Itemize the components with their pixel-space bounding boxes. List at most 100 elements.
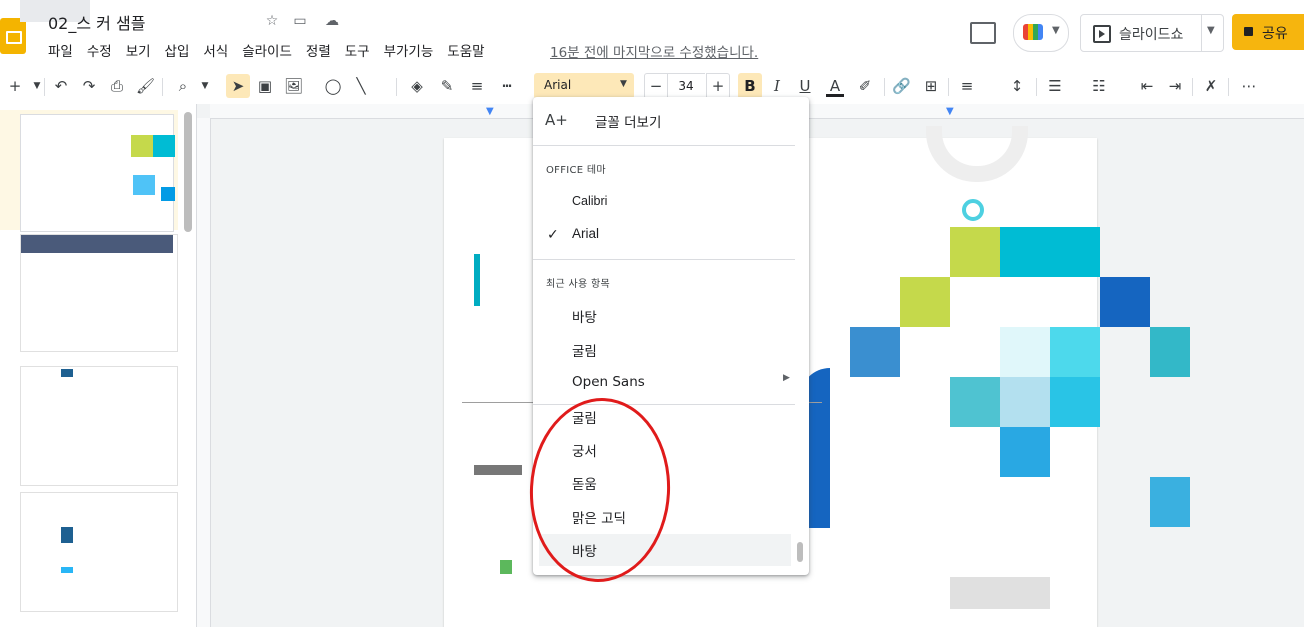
lock-icon <box>1244 27 1253 36</box>
font-option-arial[interactable]: Arial <box>572 226 599 241</box>
font-value: Arial <box>544 78 572 92</box>
document-title[interactable]: 02_스 커 샘플 <box>48 10 145 34</box>
line-spacing-icon[interactable]: ↕ <box>1008 74 1026 98</box>
star-icon[interactable]: ☆ <box>264 13 280 29</box>
increase-indent-icon[interactable]: ⇥ <box>1166 74 1184 98</box>
filmstrip-scrollbar[interactable] <box>184 112 192 232</box>
meet-icon <box>1023 24 1043 40</box>
undo-icon[interactable]: ↶ <box>52 74 70 98</box>
meet-button[interactable]: ▼ <box>1013 14 1069 52</box>
underline-button[interactable]: U <box>796 74 814 98</box>
image-icon[interactable]: 🖼 <box>284 74 303 98</box>
menu-format[interactable]: 서식 <box>203 40 235 60</box>
menu-divider <box>533 404 795 405</box>
slide-thumbnail-selected[interactable] <box>0 110 178 232</box>
font-option-open-sans[interactable]: Open Sans <box>572 374 645 390</box>
menu-help[interactable]: 도움말 <box>447 40 491 60</box>
border-dash-icon[interactable]: ┅ <box>498 74 516 98</box>
add-comment-icon[interactable]: ⊞ <box>922 74 940 98</box>
menu-scrollbar[interactable] <box>797 542 803 562</box>
decorative-ring <box>926 126 1028 182</box>
more-options-icon[interactable]: ⋯ <box>1240 74 1258 98</box>
menu-edit[interactable]: 수정 <box>87 40 119 60</box>
italic-button[interactable]: I <box>768 74 786 98</box>
slideshow-button[interactable]: 슬라이드쇼 ▼ <box>1080 14 1224 52</box>
shape-icon[interactable]: ◯ <box>324 74 342 98</box>
comment-history-icon[interactable] <box>970 22 996 44</box>
share-button[interactable]: 공유 <box>1232 14 1304 50</box>
bold-button[interactable]: B <box>738 73 762 99</box>
font-option-gulim-recent[interactable]: 굴림 <box>572 340 597 360</box>
cloud-status-icon[interactable]: ☁ <box>324 13 340 29</box>
slide-filmstrip[interactable] <box>0 104 197 627</box>
menu-addons[interactable]: 부가기능 <box>384 40 441 60</box>
font-option-batang-recent[interactable]: 바탕 <box>572 306 597 326</box>
text-box-icon[interactable]: ▣ <box>256 74 274 98</box>
slide-thumbnail[interactable] <box>20 234 178 352</box>
menu-divider <box>533 259 795 260</box>
slides-logo-icon[interactable] <box>0 18 26 54</box>
pixel-block <box>1150 477 1190 527</box>
increase-font-size-button[interactable]: + <box>706 73 730 99</box>
move-folder-icon[interactable]: ▭ <box>292 13 308 29</box>
pixel-block <box>950 227 1000 277</box>
fill-color-icon[interactable]: ◈ <box>408 74 426 98</box>
chevron-down-icon[interactable]: ▼ <box>1207 25 1215 36</box>
slide-thumbnail[interactable] <box>20 492 178 612</box>
align-icon[interactable]: ≡ <box>958 74 976 98</box>
thumb-block <box>61 567 73 573</box>
decrease-font-size-button[interactable]: − <box>644 73 668 99</box>
redo-icon[interactable]: ↷ <box>80 74 98 98</box>
chevron-down-icon: ▼ <box>620 79 627 89</box>
font-option-calibri[interactable]: Calibri <box>572 194 607 208</box>
border-color-icon[interactable]: ✎ <box>438 74 456 98</box>
pixel-block <box>1000 327 1050 377</box>
thumb-block <box>153 135 175 157</box>
pixel-block <box>1000 427 1050 477</box>
bulleted-list-icon[interactable]: ☰ <box>1046 74 1064 98</box>
decrease-indent-icon[interactable]: ⇤ <box>1138 74 1156 98</box>
menu-view[interactable]: 보기 <box>126 40 158 60</box>
divider <box>1228 78 1229 96</box>
text-accent-bar <box>474 254 480 306</box>
select-icon[interactable]: ➤ <box>226 74 250 98</box>
indent-marker-icon[interactable]: ▼ <box>946 106 954 117</box>
menu-tools[interactable]: 도구 <box>345 40 377 60</box>
divider <box>44 78 45 96</box>
menu-section-header: OFFICE 테마 <box>546 165 606 176</box>
text-color-button[interactable]: A <box>826 74 844 97</box>
divider <box>1036 78 1037 96</box>
add-font-icon: A+ <box>545 111 568 129</box>
slide-thumbnail[interactable] <box>20 366 178 486</box>
indent-marker-icon[interactable]: ▼ <box>486 106 494 117</box>
slideshow-label: 슬라이드쇼 <box>1119 27 1184 43</box>
pixel-block <box>950 377 1000 427</box>
vertical-ruler[interactable] <box>197 118 211 627</box>
zoom-icon[interactable]: ⌕ <box>174 74 192 98</box>
line-icon[interactable]: ╲ <box>352 74 370 98</box>
logo-mark <box>500 560 512 574</box>
clear-formatting-icon[interactable]: ✗ <box>1202 74 1220 98</box>
menu-insert[interactable]: 삽입 <box>165 40 197 60</box>
pixel-block <box>1050 327 1100 377</box>
pixel-block <box>1000 227 1100 277</box>
more-fonts-item[interactable]: 글꼴 더보기 <box>595 111 661 131</box>
print-icon[interactable]: ⎙ <box>108 74 126 98</box>
font-select[interactable]: Arial ▼ <box>534 73 634 99</box>
border-weight-icon[interactable]: ≡ <box>468 74 486 98</box>
chevron-down-icon: ▼ <box>1052 25 1060 36</box>
highlight-icon[interactable]: ✐ <box>856 74 874 98</box>
font-size-input[interactable]: 34 <box>667 73 705 99</box>
menu-arrange[interactable]: 정렬 <box>306 40 338 60</box>
paint-format-icon[interactable]: 🖌 <box>136 74 155 98</box>
link-icon[interactable]: 🔗 <box>892 74 911 98</box>
chevron-down-icon[interactable]: ▼ <box>196 74 214 98</box>
last-edit-link[interactable]: 16분 전에 마지막으로 수정했습니다. <box>550 41 758 61</box>
divider <box>162 78 163 96</box>
menu-file[interactable]: 파일 <box>48 40 80 60</box>
menu-slide[interactable]: 슬라이드 <box>242 40 299 60</box>
add-icon[interactable]: + <box>6 74 24 98</box>
numbered-list-icon[interactable]: ☷ <box>1090 74 1108 98</box>
divider <box>884 78 885 96</box>
submenu-arrow-icon: ▶ <box>783 373 790 383</box>
